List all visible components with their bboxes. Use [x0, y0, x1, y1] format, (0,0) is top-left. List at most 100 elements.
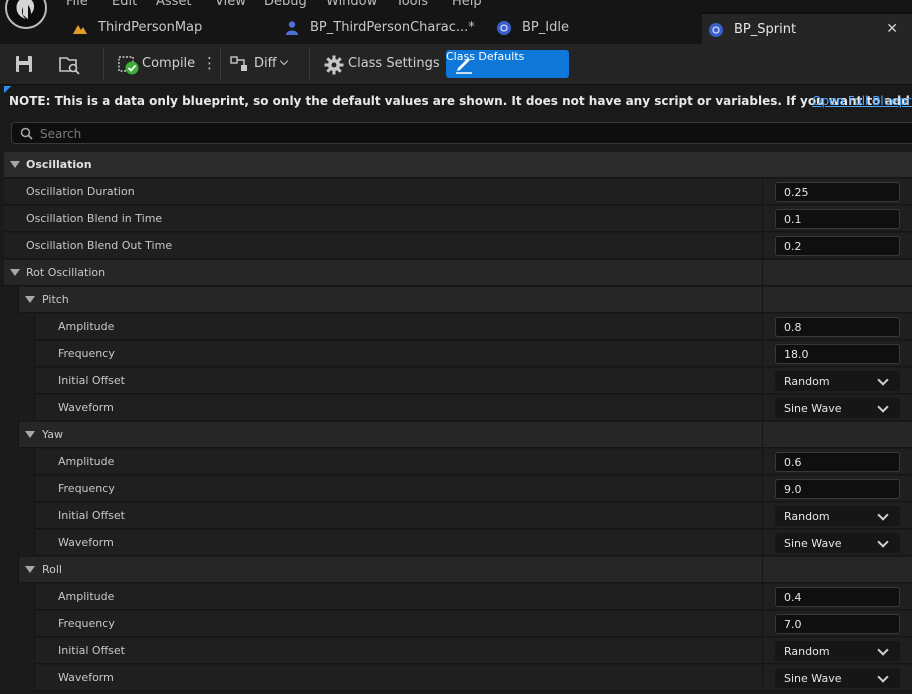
column-splitter[interactable] — [762, 179, 763, 205]
pitch-frequency-field[interactable]: 18.0 — [775, 344, 900, 364]
yaw-waveform-dropdown[interactable]: Sine Wave — [775, 533, 900, 553]
group-rot-oscillation[interactable]: Rot Oscillation — [4, 260, 912, 286]
menu-file[interactable]: File — [66, 0, 88, 9]
column-splitter[interactable] — [762, 368, 763, 394]
menu-view[interactable]: View — [215, 0, 246, 9]
chevron-down-icon — [877, 671, 889, 683]
more-vertical-icon: ⋮ — [202, 54, 217, 72]
indent-guide — [4, 341, 19, 367]
column-splitter[interactable] — [762, 422, 763, 448]
roll-frequency-field[interactable]: 7.0 — [775, 614, 900, 634]
column-splitter[interactable] — [762, 665, 763, 691]
pitch-amplitude-field[interactable]: 0.8 — [775, 317, 900, 337]
pitch-waveform-dropdown[interactable]: Sine Wave — [775, 398, 900, 418]
group-yaw[interactable]: Yaw — [4, 422, 912, 448]
property-label: Initial Offset — [58, 374, 125, 387]
column-splitter[interactable] — [762, 557, 763, 583]
column-splitter[interactable] — [762, 260, 763, 286]
roll-initial-offset-dropdown[interactable]: Random — [775, 641, 900, 661]
class-defaults-button[interactable]: Class Defaults — [446, 50, 569, 78]
tab-bp-sprint[interactable]: BP_Sprint ✕ — [702, 12, 912, 46]
expand-arrow-icon[interactable] — [10, 161, 20, 168]
expand-arrow-icon[interactable] — [25, 431, 35, 438]
yaw-frequency-field[interactable]: 9.0 — [775, 479, 900, 499]
note-text: NOTE: This is a data only blueprint, so … — [9, 94, 912, 108]
chevron-down-icon — [877, 536, 889, 548]
unreal-logo-icon[interactable] — [5, 0, 47, 29]
yaw-initial-offset-dropdown[interactable]: Random — [775, 506, 900, 526]
property-row: Initial Offset Random — [4, 503, 912, 529]
indent-guide — [4, 611, 19, 637]
expand-arrow-icon[interactable] — [25, 566, 35, 573]
indent-guide — [20, 341, 35, 367]
column-splitter[interactable] — [762, 314, 763, 340]
menu-window[interactable]: Window — [326, 0, 377, 9]
menu-help[interactable]: Help — [452, 0, 482, 9]
menu-tools[interactable]: Tools — [396, 0, 428, 9]
column-splitter[interactable] — [762, 287, 763, 313]
column-splitter[interactable] — [762, 584, 763, 610]
indent-guide — [4, 368, 19, 394]
compile-options-button[interactable]: ⋮ — [198, 50, 217, 78]
roll-waveform-dropdown[interactable]: Sine Wave — [775, 668, 900, 688]
group-roll[interactable]: Roll — [4, 557, 912, 583]
diff-label: Diff — [254, 56, 277, 71]
yaw-amplitude-field[interactable]: 0.6 — [775, 452, 900, 472]
property-row: Amplitude 0.4 — [4, 584, 912, 610]
pitch-initial-offset-dropdown[interactable]: Random — [775, 371, 900, 391]
group-pitch[interactable]: Pitch — [4, 287, 912, 313]
group-label: Yaw — [42, 428, 63, 441]
search-input[interactable] — [38, 125, 892, 143]
tab-bp-thirdpersoncharacter[interactable]: BP_ThirdPersonCharac...* — [278, 12, 478, 44]
column-splitter[interactable] — [762, 395, 763, 421]
oscillation-duration-field[interactable]: 0.25 — [775, 182, 900, 202]
expand-arrow-icon[interactable] — [10, 269, 20, 276]
tab-label: BP_ThirdPersonCharac...* — [310, 20, 475, 35]
indent-guide — [20, 530, 35, 556]
menu-debug[interactable]: Debug — [264, 0, 307, 9]
property-label: Frequency — [58, 617, 115, 630]
property-row: Oscillation Blend Out Time 0.2 — [4, 233, 912, 259]
class-settings-button[interactable]: Class Settings — [323, 50, 440, 78]
roll-amplitude-field[interactable]: 0.4 — [775, 587, 900, 607]
menu-edit[interactable]: Edit — [112, 0, 137, 9]
column-splitter[interactable] — [762, 233, 763, 259]
dropdown-value: Random — [784, 510, 830, 523]
field-value: 0.4 — [784, 591, 802, 604]
compile-button[interactable]: Compile — [116, 50, 206, 78]
tab-bp-idle[interactable]: BP_Idle — [488, 12, 688, 44]
browse-button[interactable] — [56, 50, 86, 78]
indent-guide — [4, 422, 19, 448]
column-splitter[interactable] — [762, 206, 763, 232]
menu-asset[interactable]: Asset — [156, 0, 192, 9]
expand-arrow-icon[interactable] — [25, 296, 35, 303]
blend-out-time-field[interactable]: 0.2 — [775, 236, 900, 256]
column-splitter[interactable] — [762, 341, 763, 367]
diff-button[interactable]: Diff — [230, 50, 294, 78]
column-splitter[interactable] — [762, 638, 763, 664]
dropdown-value: Random — [784, 645, 830, 658]
column-splitter[interactable] — [762, 530, 763, 556]
column-splitter[interactable] — [762, 476, 763, 502]
column-splitter[interactable] — [762, 503, 763, 529]
property-row: Frequency 7.0 — [4, 611, 912, 637]
search-box[interactable] — [11, 122, 912, 144]
column-splitter[interactable] — [762, 449, 763, 475]
save-button[interactable] — [12, 50, 40, 78]
blend-in-time-field[interactable]: 0.1 — [775, 209, 900, 229]
property-label: Waveform — [58, 401, 114, 414]
field-value: 9.0 — [784, 483, 802, 496]
column-splitter[interactable] — [762, 611, 763, 637]
property-label: Oscillation Duration — [26, 185, 135, 198]
indent-guide — [4, 476, 19, 502]
search-icon — [20, 127, 33, 140]
category-oscillation[interactable]: Oscillation — [4, 152, 912, 178]
property-label: Amplitude — [58, 590, 115, 603]
indent-guide — [20, 638, 35, 664]
tab-thirdpersonmap[interactable]: ThirdPersonMap — [60, 12, 270, 44]
close-icon[interactable]: ✕ — [886, 21, 898, 37]
field-value: 0.1 — [784, 213, 802, 226]
open-full-editor-link[interactable]: Open Full Blueprint Editor — [812, 94, 912, 108]
property-row: Waveform Sine Wave — [4, 530, 912, 556]
property-row: Waveform Sine Wave — [4, 665, 912, 691]
